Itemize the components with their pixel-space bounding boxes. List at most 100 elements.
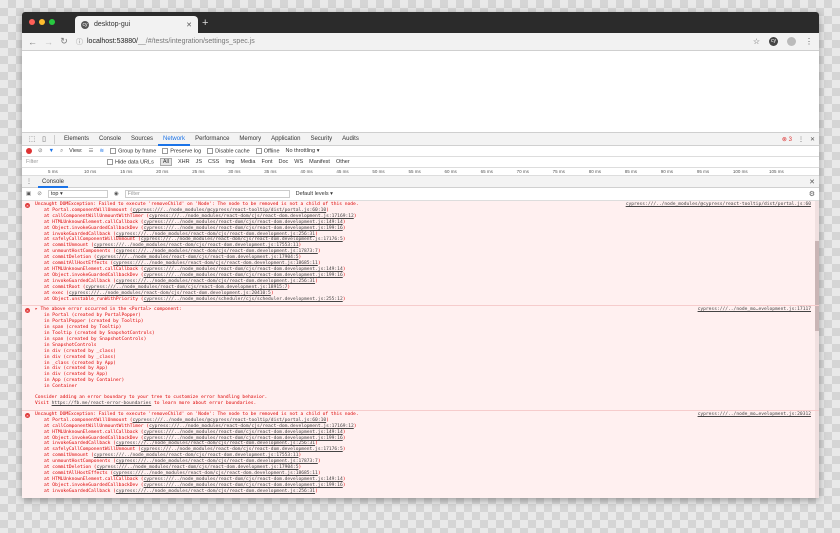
clear-icon[interactable]: ⊘	[38, 148, 43, 154]
message-source-link[interactable]: cypress:///../node_mo…evelopment.js:1711…	[698, 307, 811, 313]
stack-frame-link[interactable]: cypress:///../node_modules/react-dom/cjs…	[144, 226, 343, 231]
console-settings-gear-icon[interactable]: ⚙	[809, 190, 815, 198]
filter-type-font[interactable]: Font	[261, 159, 272, 165]
stack-frame-link[interactable]: cypress:///../node_modules/react-dom/cjs…	[116, 459, 318, 464]
menu-icon[interactable]: ⋮	[805, 37, 813, 46]
minimize-window-button[interactable]	[39, 19, 45, 25]
stack-frame-link[interactable]: cypress:///../node_modules/react-dom/cjs…	[94, 453, 299, 458]
zoom-window-button[interactable]	[49, 19, 55, 25]
filter-type-img[interactable]: Img	[225, 159, 234, 165]
devtools-menu-icon[interactable]: ⋮	[798, 136, 804, 143]
search-icon[interactable]: ⌕	[60, 148, 63, 155]
console-log[interactable]: ✕ cypress:///../node_modules/@cypress/rea…	[22, 201, 819, 498]
stack-frame-link[interactable]: cypress:///../node_modules/react-dom/cjs…	[113, 471, 318, 476]
filter-type-xhr[interactable]: XHR	[178, 159, 190, 165]
filter-type-ws[interactable]: WS	[294, 159, 303, 165]
stack-frame-link[interactable]: cypress:///../node_modules/react-dom/cjs…	[86, 285, 288, 290]
close-drawer-icon[interactable]: ✕	[809, 178, 815, 186]
offline-checkbox[interactable]: Offline	[255, 147, 280, 154]
new-tab-button[interactable]: +	[202, 17, 208, 29]
sidebar-toggle-icon[interactable]: ▣	[26, 191, 31, 197]
tab-console[interactable]: Console	[94, 133, 126, 146]
console-error-message[interactable]: ✕ cypress:///../node_mo…evelopment.js:203…	[22, 411, 819, 498]
filter-type-js[interactable]: JS	[196, 159, 202, 165]
stack-frame-link[interactable]: cypress:///../node_modules/react-dom/cjs…	[141, 447, 343, 452]
preserve-log-checkbox[interactable]: Preserve log	[162, 147, 201, 154]
tab-audits[interactable]: Audits	[337, 133, 364, 146]
stack-frame-link[interactable]: cypress:///../node_modules/react-dom/cjs…	[94, 243, 299, 248]
bookmark-star-icon[interactable]: ☆	[753, 37, 760, 46]
stack-frame-link[interactable]: cypress:///../node_modules/react-dom/cjs…	[116, 441, 315, 446]
error-count-badge[interactable]: ⊗ 3	[782, 136, 792, 143]
stack-frame-link[interactable]: cypress:///../node_modules/react-dom/cjs…	[144, 430, 343, 435]
hide-data-urls-checkbox[interactable]: Hide data URLs	[107, 158, 154, 165]
waterfall-view-icon[interactable]: ≋	[99, 148, 104, 154]
stack-frame-link[interactable]: cypress:///../node_modules/react-dom/cjs…	[149, 214, 354, 219]
console-error-message[interactable]: ✕ cypress:///../node_modules/@cypress/rea…	[22, 201, 819, 307]
stack-frame-link[interactable]: cypress:///../node_modules/react-dom/cjs…	[144, 477, 343, 482]
stack-frame-link[interactable]: cypress:///../node_modules/react-dom/cjs…	[116, 232, 315, 237]
drawer-tab-console[interactable]: Console	[38, 176, 69, 188]
log-levels-select[interactable]: Default levels ▾	[296, 191, 333, 197]
stack-frame-link[interactable]: cypress:///../node_modules/react-dom/cjs…	[97, 465, 299, 470]
stack-frame-link[interactable]: cypress:///../node_modules/react-dom/cjs…	[144, 267, 343, 272]
stack-frame-link[interactable]: cypress:///../node_modules/react-dom/cjs…	[141, 237, 343, 242]
info-icon[interactable]: ⓘ	[76, 37, 83, 47]
stack-frame-link[interactable]: cypress:///../node_modules/react-dom/cjs…	[144, 483, 343, 488]
filter-icon[interactable]: ▼	[49, 148, 54, 154]
filter-type-doc[interactable]: Doc	[278, 159, 288, 165]
clear-console-icon[interactable]: ⊘	[37, 191, 42, 197]
group-by-frame-checkbox[interactable]: Group by frame	[110, 147, 156, 154]
forward-icon[interactable]: →	[44, 37, 53, 47]
error-boundaries-link[interactable]: https://fb.me/react-error-boundaries	[52, 401, 152, 406]
live-expression-eye-icon[interactable]: ◉	[114, 191, 119, 197]
tab-network[interactable]: Network	[158, 133, 191, 146]
extension-icon[interactable]: cy	[769, 37, 778, 46]
network-timeline-overview[interactable]: 5 ms 10 ms 15 ms 20 ms 25 ms 30 ms 35 ms 40 ms 4…	[22, 168, 819, 176]
stack-frame-link[interactable]: cypress:///../node_modules/react-dom/cjs…	[144, 220, 343, 225]
reload-icon[interactable]: ↻	[60, 36, 68, 47]
filter-type-media[interactable]: Media	[240, 159, 255, 165]
url-bar[interactable]: ⓘ localhost:53880/__/#/tests/integration…	[76, 37, 745, 47]
network-filter-input[interactable]: Filter	[26, 159, 101, 165]
filter-type-manifest[interactable]: Manifest	[309, 159, 330, 165]
tab-security[interactable]: Security	[305, 133, 337, 146]
stack-frame-link[interactable]: cypress:///../node_modules/react-dom/cjs…	[97, 255, 299, 260]
message-source-link[interactable]: cypress:///../node_modules/@cypress/reac…	[626, 202, 811, 208]
inspect-element-icon[interactable]: ⬚	[26, 135, 38, 143]
filter-type-all[interactable]: All	[159, 158, 172, 166]
back-icon[interactable]: ←	[28, 37, 37, 47]
tab-memory[interactable]: Memory	[234, 133, 266, 146]
stack-frame-link[interactable]: cypress:///../node_modules/react-dom/cjs…	[116, 249, 318, 254]
filter-type-other[interactable]: Other	[336, 159, 350, 165]
device-toolbar-icon[interactable]: ▯	[38, 135, 50, 143]
stack-frame-link[interactable]: cypress:///../node_modules/react-dom/cjs…	[116, 489, 315, 494]
disable-cache-checkbox[interactable]: Disable cache	[207, 147, 250, 154]
context-select[interactable]: top ▾	[47, 190, 108, 198]
console-filter-input[interactable]: Filter	[124, 190, 290, 198]
record-icon[interactable]	[26, 148, 32, 154]
message-source-link[interactable]: cypress:///../node_mo…evelopment.js:2031…	[698, 412, 811, 418]
stack-frame-link[interactable]: cypress:///../node_modules/react-dom/cjs…	[69, 291, 271, 296]
stack-frame-link[interactable]: cypress:///../node_modules/react-dom/cjs…	[149, 424, 354, 429]
console-error-message[interactable]: ✕ cypress:///../node_mo…evelopment.js:171…	[22, 306, 819, 411]
stack-frame-link[interactable]: cypress:///../node_modules/scheduler/cjs…	[144, 297, 343, 302]
browser-tab[interactable]: cy desktop-gui ✕	[75, 16, 198, 33]
list-view-icon[interactable]: ☰	[89, 148, 94, 154]
stack-frame-link[interactable]: cypress:///../node_modules/@cypress/reac…	[133, 418, 327, 423]
profile-avatar-icon[interactable]	[787, 37, 796, 46]
throttling-select[interactable]: No throttling ▾	[286, 148, 320, 154]
stack-frame-link[interactable]: cypress:///../node_modules/react-dom/cjs…	[144, 273, 343, 278]
stack-frame-link[interactable]: cypress:///../node_modules/react-dom/cjs…	[113, 261, 318, 266]
tab-performance[interactable]: Performance	[190, 133, 234, 146]
close-devtools-icon[interactable]: ✕	[810, 136, 815, 143]
stack-frame-link[interactable]: cypress:///../node_modules/react-dom/cjs…	[144, 436, 343, 441]
close-tab-icon[interactable]: ✕	[186, 21, 192, 29]
tab-application[interactable]: Application	[266, 133, 305, 146]
stack-frame-link[interactable]: cypress:///../node_modules/react-dom/cjs…	[116, 279, 315, 284]
drawer-menu-icon[interactable]: ⋮	[26, 178, 32, 185]
stack-frame-link[interactable]: cypress:///../node_modules/@cypress/reac…	[133, 208, 327, 213]
close-window-button[interactable]	[29, 19, 35, 25]
tab-elements[interactable]: Elements	[59, 133, 94, 146]
filter-type-css[interactable]: CSS	[208, 159, 219, 165]
